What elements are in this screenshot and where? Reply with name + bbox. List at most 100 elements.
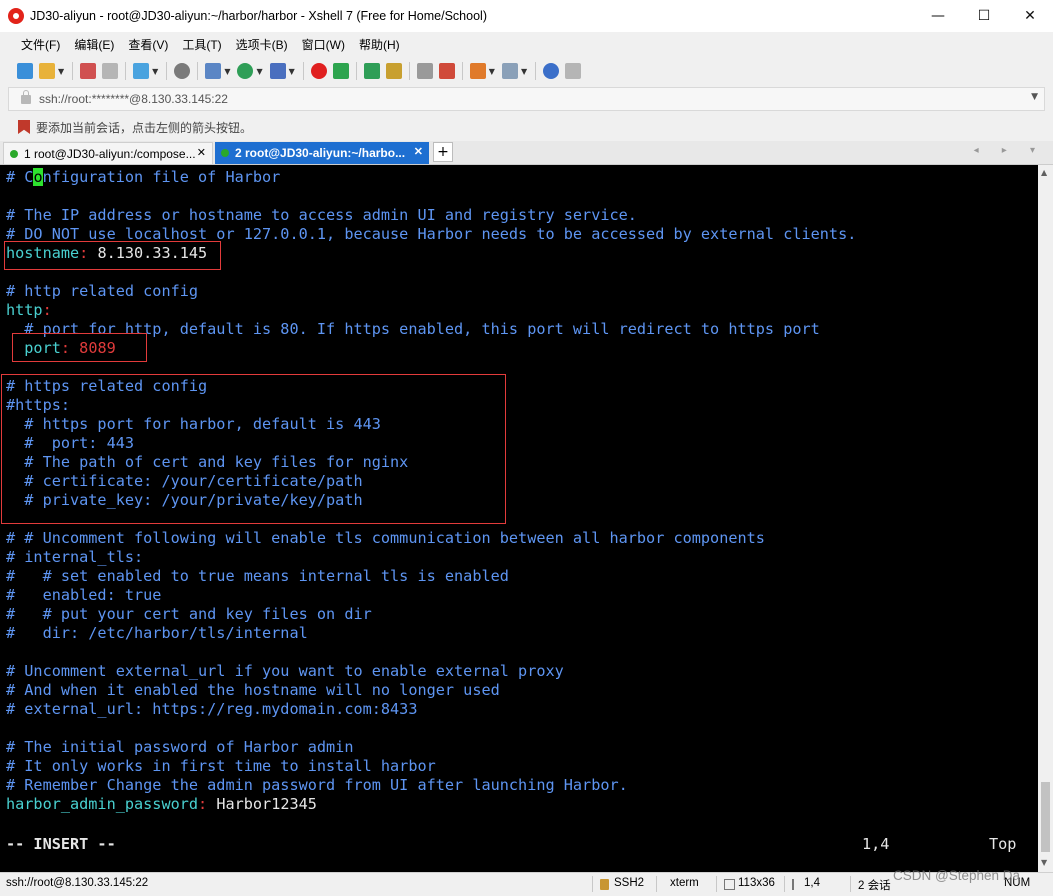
xshell-logo-icon — [8, 8, 24, 24]
close-tab-icon[interactable]: ✕ — [414, 145, 423, 158]
find-icon[interactable] — [174, 63, 191, 79]
address-bar[interactable]: ssh://root:********@8.130.33.145:22 ▼ — [8, 87, 1045, 111]
globe-icon[interactable] — [237, 63, 254, 79]
chat-icon[interactable] — [565, 63, 582, 79]
menu-help[interactable]: 帮助(H) — [352, 36, 407, 53]
status-cursor: 1,4 — [804, 877, 820, 889]
address-dropdown-icon[interactable]: ▼ — [1031, 92, 1038, 102]
address-value[interactable]: ssh://root:********@8.130.33.145:22 — [39, 92, 228, 106]
menu-tools[interactable]: 工具(T) — [175, 36, 228, 53]
watermark: CSDN @Stephen Da — [893, 868, 1021, 883]
new-tab-icon[interactable] — [469, 63, 486, 79]
status-divider — [850, 876, 851, 892]
vim-mode: -- INSERT -- — [6, 835, 116, 853]
toolbar-divider — [535, 62, 537, 80]
status-term: xterm — [670, 877, 699, 889]
reconnect-icon[interactable] — [80, 63, 97, 79]
terminal-line: # dir: /etc/harbor/tls/internal — [6, 624, 308, 642]
terminal-line: # # set enabled to true means internal t… — [6, 567, 509, 585]
disconnect-icon[interactable] — [102, 63, 119, 79]
terminal-line: # The IP address or hostname to access a… — [6, 206, 637, 224]
resize-icon — [724, 879, 735, 890]
status-size: 113x36 — [738, 877, 775, 889]
terminal-line: # enabled: true — [6, 586, 162, 604]
scroll-up-icon[interactable]: ▲ — [1041, 168, 1047, 177]
terminal-line: # # put your cert and key files on dir — [6, 605, 372, 623]
new-session-icon[interactable] — [17, 63, 33, 79]
lock-icon — [21, 89, 31, 104]
terminal-line: # It only works in first time to install… — [6, 757, 436, 775]
tab-bar: 1 root@JD30-aliyun:/compose... ✕ 2 root@… — [0, 141, 1053, 165]
menu-window[interactable]: 窗口(W) — [295, 36, 352, 53]
window-title: JD30-aliyun - root@JD30-aliyun:~/harbor/… — [30, 9, 487, 23]
maximize-button[interactable]: ☐ — [961, 0, 1007, 32]
layout-dropdown-icon[interactable]: ▼ — [521, 67, 527, 76]
lock-icon[interactable] — [385, 63, 402, 79]
tab-label: 2 root@JD30-aliyun:~/harbo... — [235, 146, 406, 160]
close-window-button[interactable]: ✕ — [1007, 0, 1053, 32]
new-tab-dropdown-icon[interactable]: ▼ — [489, 67, 495, 76]
toolbar-divider — [125, 62, 127, 80]
font-dropdown-icon[interactable]: ▼ — [289, 67, 295, 76]
highlight-icon[interactable] — [438, 63, 455, 79]
open-dropdown-icon[interactable]: ▼ — [58, 67, 64, 76]
connected-status-icon — [221, 149, 229, 157]
xftp-icon[interactable] — [332, 63, 349, 79]
toolbar-divider — [72, 62, 74, 80]
close-tab-icon[interactable]: ✕ — [197, 146, 206, 159]
fullscreen-icon[interactable] — [363, 63, 380, 79]
window-controls: — ☐ ✕ — [915, 0, 1053, 32]
transfer-icon[interactable] — [205, 63, 222, 79]
transfer-dropdown-icon[interactable]: ▼ — [224, 67, 230, 76]
terminal-scrollbar[interactable]: ▲ ▼ — [1038, 165, 1053, 872]
toolbar-divider — [408, 62, 410, 80]
tab-session-1[interactable]: 1 root@JD30-aliyun:/compose... ✕ — [3, 142, 213, 164]
terminal-line: # The initial password of Harbor admin — [6, 738, 354, 756]
vim-scroll-position: Top — [989, 835, 1017, 853]
status-divider — [592, 876, 593, 892]
hint-bar: 要添加当前会话，点击左侧的箭头按钮。 — [0, 114, 1053, 140]
menu-file[interactable]: 文件(F) — [14, 36, 67, 53]
terminal-line: # Configuration file of Harbor — [6, 168, 281, 186]
tab-navigation-icons[interactable]: ◂ ▸ ▾ — [974, 145, 1045, 156]
vim-status-line: -- INSERT -- 1,4 Top — [6, 835, 1026, 854]
toolbar-divider — [355, 62, 357, 80]
menu-tabs[interactable]: 选项卡(B) — [229, 36, 295, 53]
globe-dropdown-icon[interactable]: ▼ — [256, 67, 262, 76]
toolbar-divider — [461, 62, 463, 80]
menu-view[interactable]: 查看(V) — [121, 36, 175, 53]
font-icon[interactable] — [269, 63, 286, 79]
properties-icon[interactable] — [133, 63, 150, 79]
terminal-line: # external_url: https://reg.mydomain.com… — [6, 700, 418, 718]
terminal-view[interactable]: # Configuration file of Harbor # The IP … — [0, 165, 1038, 872]
status-sessions: 2 会话 — [858, 880, 891, 892]
layout-icon[interactable] — [501, 63, 518, 79]
connected-status-icon — [10, 149, 18, 158]
help-icon[interactable] — [543, 63, 560, 79]
tab-session-2[interactable]: 2 root@JD30-aliyun:~/harbo... ✕ — [215, 142, 429, 164]
minimize-button[interactable]: — — [915, 0, 961, 32]
bookmark-icon[interactable] — [18, 120, 30, 134]
status-divider — [656, 876, 657, 892]
terminal-line: # # Uncomment following will enable tls … — [6, 529, 765, 547]
terminal-line: # http related config — [6, 282, 199, 300]
add-tab-button[interactable]: + — [433, 142, 453, 162]
toolbar: ▼ ▼ ▼ ▼ ▼ ▼ ▼ — [0, 57, 1053, 85]
keyboard-icon[interactable] — [416, 63, 433, 79]
highlight-box-port — [12, 333, 147, 362]
status-connection: ssh://root@8.130.33.145:22 — [6, 877, 149, 889]
hint-text: 要添加当前会话，点击左侧的箭头按钮。 — [36, 120, 253, 135]
xshell-icon[interactable] — [310, 63, 327, 79]
toolbar-divider — [302, 62, 304, 80]
menu-bar: 文件(F) 编辑(E) 查看(V) 工具(T) 选项卡(B) 窗口(W) 帮助(… — [0, 32, 1053, 56]
scrollbar-thumb[interactable] — [1041, 782, 1050, 852]
properties-dropdown-icon[interactable]: ▼ — [152, 67, 158, 76]
cursor-position-icon — [792, 879, 801, 890]
vim-cursor-position: 1,4 — [862, 835, 890, 853]
status-divider — [784, 876, 785, 892]
highlight-box-https — [1, 374, 506, 524]
open-folder-icon[interactable] — [39, 63, 55, 79]
text-cursor: o — [33, 168, 43, 186]
menu-edit[interactable]: 编辑(E) — [67, 36, 121, 53]
scroll-down-icon[interactable]: ▼ — [1041, 858, 1047, 867]
